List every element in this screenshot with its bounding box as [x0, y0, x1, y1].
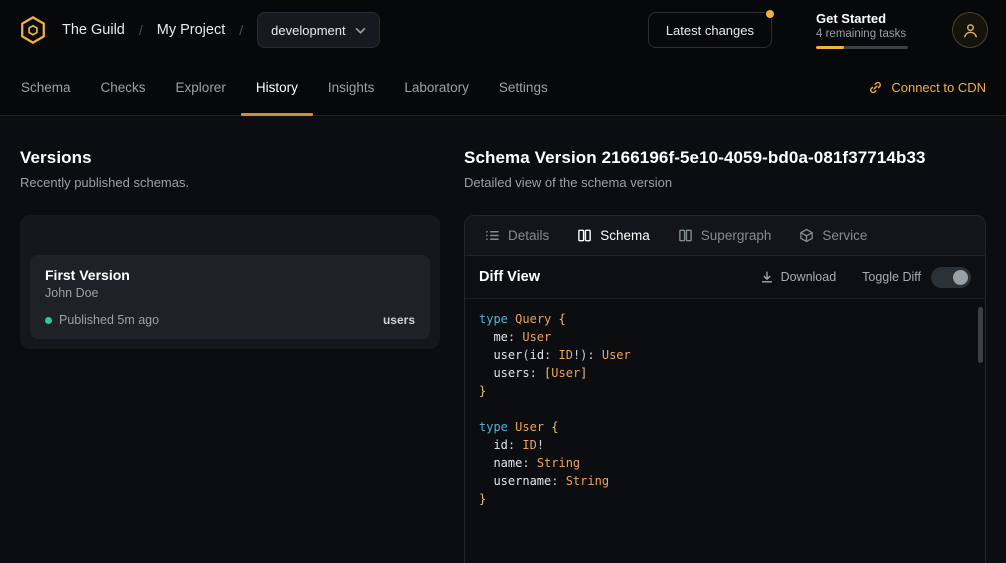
panel-tab-schema[interactable]: Schema [563, 216, 664, 255]
panel-tab-service[interactable]: Service [785, 216, 881, 255]
get-started-title: Get Started [816, 11, 908, 26]
project-nav: Schema Checks Explorer History Insights … [0, 60, 1006, 116]
download-icon [760, 270, 774, 284]
download-button[interactable]: Download [760, 270, 837, 284]
connect-cdn-link[interactable]: Connect to CDN [854, 60, 1000, 115]
topbar: The Guild / My Project / development Lat… [0, 0, 1006, 60]
panel-tab-label: Service [822, 228, 867, 243]
version-service-badge: users [383, 313, 415, 327]
download-label: Download [781, 270, 837, 284]
panel-tab-label: Supergraph [701, 228, 772, 243]
panel-tab-label: Schema [600, 228, 650, 243]
code-block[interactable]: type Query { me: User user(id: ID!): Use… [465, 299, 985, 563]
user-icon [962, 22, 979, 39]
breadcrumb-separator: / [139, 22, 143, 38]
scrollbar-thumb[interactable] [978, 307, 983, 363]
main-content: Versions Recently published schemas. Fir… [0, 116, 1006, 563]
tab-insights[interactable]: Insights [313, 60, 390, 115]
chevron-down-icon [355, 27, 366, 34]
version-status: Published 5m ago [59, 313, 159, 327]
progress-bar [816, 46, 908, 49]
link-icon [868, 80, 883, 95]
diff-header: Diff View Download Toggle Diff [465, 256, 985, 299]
versions-title: Versions [20, 148, 440, 168]
target-select-value: development [271, 23, 345, 38]
tab-history[interactable]: History [241, 60, 313, 115]
schema-version-title: Schema Version 2166196f-5e10-4059-bd0a-0… [464, 148, 986, 168]
tab-settings[interactable]: Settings [484, 60, 563, 115]
target-select[interactable]: development [257, 12, 379, 48]
versions-section: Versions Recently published schemas. Fir… [20, 148, 440, 563]
diff-view-title: Diff View [479, 269, 540, 285]
schema-version-subtitle: Detailed view of the schema version [464, 175, 986, 190]
breadcrumb-project[interactable]: My Project [157, 22, 226, 38]
tab-laboratory[interactable]: Laboratory [389, 60, 484, 115]
panel-tabs: Details Schema [465, 216, 985, 256]
connect-cdn-label: Connect to CDN [891, 80, 986, 95]
schema-version-panel: Details Schema [464, 215, 986, 563]
hive-logo-icon[interactable] [18, 15, 48, 45]
diff-toggle-switch[interactable] [931, 267, 971, 288]
schema-version-section: Schema Version 2166196f-5e10-4059-bd0a-0… [464, 148, 986, 563]
schema-icon [577, 228, 592, 243]
breadcrumb-separator: / [239, 22, 243, 38]
breadcrumb-org[interactable]: The Guild [62, 22, 125, 38]
version-name: First Version [45, 267, 415, 283]
panel-tab-supergraph[interactable]: Supergraph [664, 216, 786, 255]
latest-changes-label: Latest changes [666, 23, 754, 38]
service-box-icon [799, 228, 814, 243]
panel-tab-label: Details [508, 228, 549, 243]
tab-explorer[interactable]: Explorer [161, 60, 241, 115]
tab-checks[interactable]: Checks [86, 60, 161, 115]
toggle-diff-label: Toggle Diff [862, 270, 921, 284]
tab-schema[interactable]: Schema [6, 60, 86, 115]
version-author: John Doe [45, 286, 415, 300]
get-started-subtitle: 4 remaining tasks [816, 28, 908, 40]
published-status-dot [45, 317, 52, 324]
panel-tab-details[interactable]: Details [471, 216, 563, 255]
versions-subtitle: Recently published schemas. [20, 175, 440, 190]
avatar[interactable] [952, 12, 988, 48]
get-started-widget[interactable]: Get Started 4 remaining tasks [816, 11, 908, 49]
switch-knob [953, 270, 968, 285]
versions-card: First Version John Doe Published 5m ago … [20, 215, 440, 349]
progress-fill [816, 46, 844, 49]
latest-changes-button[interactable]: Latest changes [648, 12, 772, 48]
notification-dot [766, 10, 774, 18]
version-list-item[interactable]: First Version John Doe Published 5m ago … [30, 255, 430, 339]
nav-tabs: Schema Checks Explorer History Insights … [6, 60, 563, 115]
list-icon [485, 228, 500, 243]
supergraph-icon [678, 228, 693, 243]
